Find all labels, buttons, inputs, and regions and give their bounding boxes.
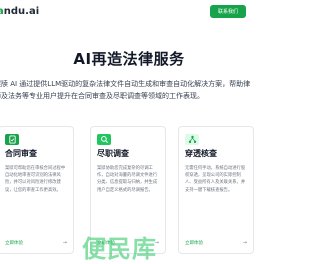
hero-section: AI再造法律服务 案牍 AI 通过提供LLM驱动的复杂法律文件自动生成和审查自动…	[0, 48, 258, 100]
card-title: 合同审查	[5, 149, 37, 158]
hero-title: AI再造法律服务	[73, 50, 185, 68]
navbar: a ndu.ai 联系我们	[0, 0, 258, 22]
card-title: 穿透核查	[185, 149, 217, 158]
magnifier-icon	[97, 134, 111, 145]
card-footer[interactable]: 立即体验 →	[5, 240, 67, 246]
try-now-link[interactable]: 立即体验	[185, 240, 203, 246]
document-check-icon	[5, 134, 19, 145]
network-icon	[185, 134, 199, 145]
hero-description: 案牍 AI 通过提供LLM驱动的复杂法律文件自动生成和审查自动化解决方案，帮助律…	[0, 78, 264, 102]
card-contract-review[interactable]: 合同审查 案牍可帮助您在审核合同过程中自动化地审查可识别的法律风险，并可以对风险…	[0, 126, 74, 254]
try-now-link[interactable]: 立即体验	[5, 240, 23, 246]
brand-logo-text: ndu.ai	[3, 5, 40, 17]
card-description: 案牍协助您完成复杂的尽调工作，自动对海量的尽调文件进行分类、信息提取与归纳，并生…	[97, 166, 158, 193]
card-footer[interactable]: 立即体验 →	[185, 240, 247, 246]
contact-us-button[interactable]: 联系我们	[209, 4, 246, 18]
arrow-right-icon: →	[62, 240, 67, 246]
brand-logo[interactable]: a ndu.ai	[0, 6, 39, 17]
hero-description-line-2: 师及法务等专业用户提升在合同审查及尽职调查等领域的工作表现。	[0, 92, 204, 100]
card-description: 无需任何手动，系统自动进行股权穿透，呈现公司的实际控制人、受益所有人及关联关系，…	[185, 166, 246, 193]
card-title: 尽职调查	[97, 149, 129, 158]
hero-description-line-1: 案牍 AI 通过提供LLM驱动的复杂法律文件自动生成和审查自动化解决方案，帮助律	[0, 80, 251, 88]
card-description: 案牍可帮助您在审核合同过程中自动化地审查可识别的法律风险，并可以对风险进行修改建…	[5, 166, 66, 193]
card-penetration-check[interactable]: 穿透核查 无需任何手动，系统自动进行股权穿透，呈现公司的实际控制人、受益所有人及…	[178, 126, 254, 254]
arrow-right-icon: →	[242, 240, 247, 246]
watermark-text: 便民库	[82, 235, 157, 263]
